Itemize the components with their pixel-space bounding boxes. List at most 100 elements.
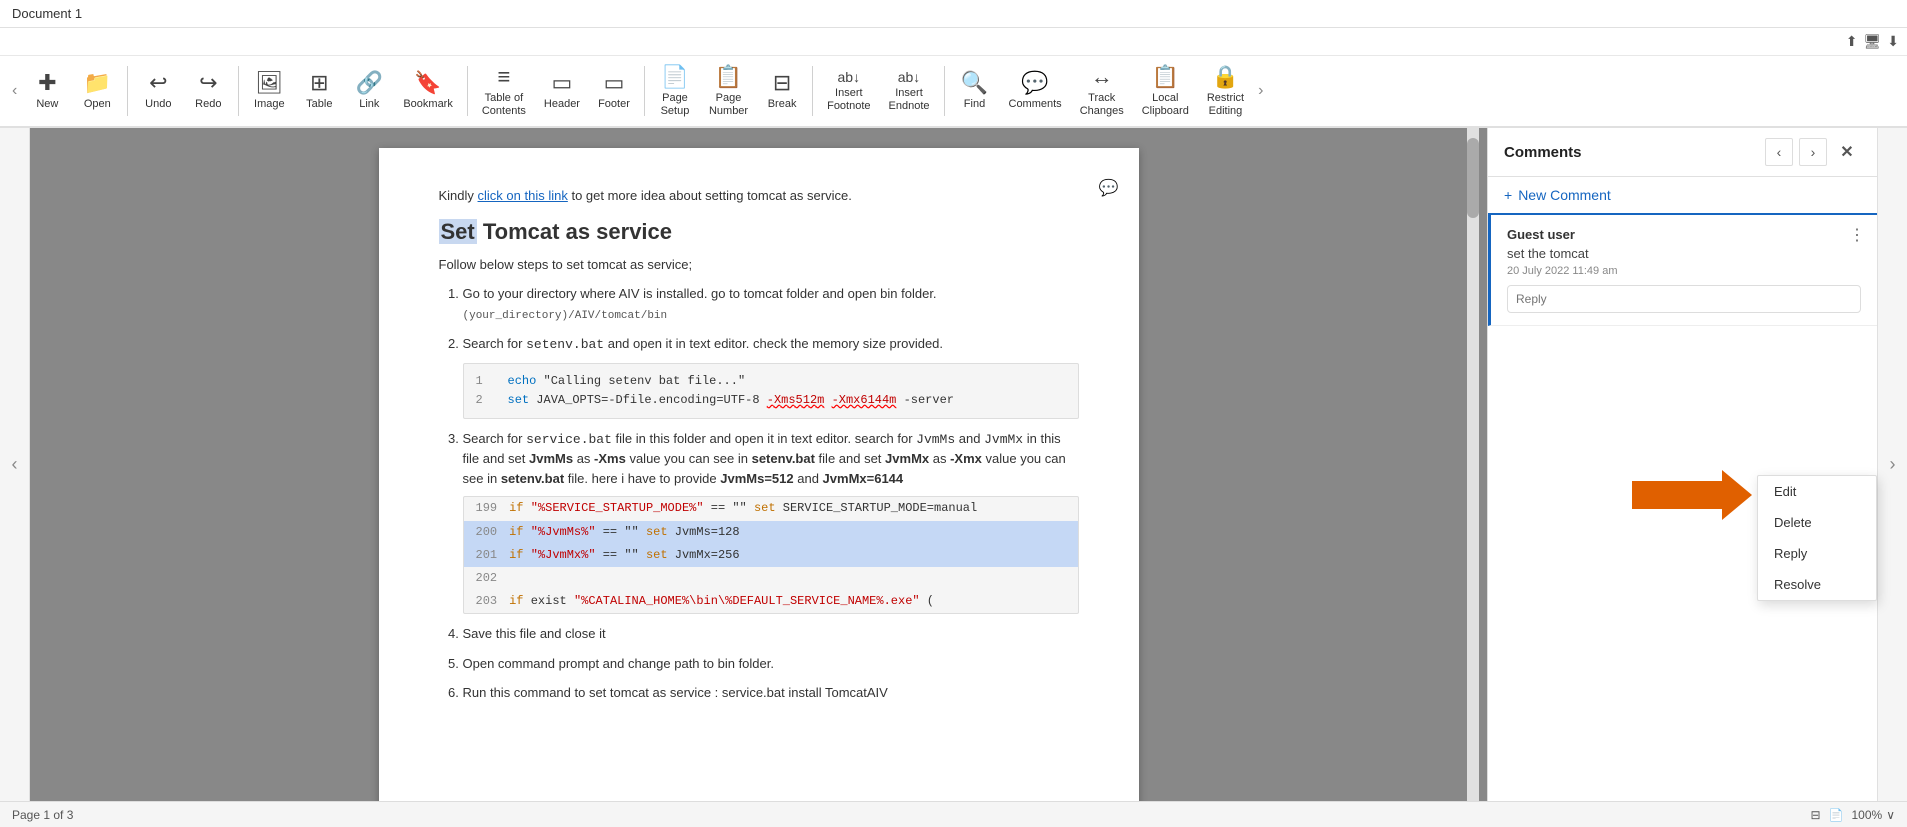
- page-nav-right[interactable]: ›: [1877, 128, 1907, 801]
- intro-link[interactable]: click on this link: [478, 188, 568, 203]
- toolbar-find[interactable]: 🔍 Find: [951, 60, 999, 122]
- comment-reply-input[interactable]: [1507, 285, 1861, 313]
- step-3: Search for service.bat file in this fold…: [463, 429, 1079, 614]
- toolbar: ‹ ✚ New 📁 Open ↩ Undo ↪ Redo 🖼 Image ⊞ T…: [0, 56, 1907, 128]
- toolbar-header[interactable]: ▭ Header: [536, 60, 588, 122]
- toolbar-pagenumber[interactable]: 📋 PageNumber: [701, 60, 756, 122]
- toolbar-link[interactable]: 🔗 Link: [345, 60, 393, 122]
- toolbar-bookmark[interactable]: 🔖 Bookmark: [395, 60, 461, 122]
- insertendnote-icon: ab↓: [898, 69, 921, 85]
- code-line-2: 2 set JAVA_OPTS=-Dfile.encoding=UTF-8 -X…: [476, 391, 1066, 410]
- toolbar-redo-label: Redo: [195, 98, 221, 111]
- toolbar-pagesetup[interactable]: 📄 PageSetup: [651, 60, 699, 122]
- context-menu-resolve[interactable]: Resolve: [1758, 569, 1876, 600]
- toolbar-bookmark-label: Bookmark: [403, 98, 453, 111]
- code-line-202: 202: [464, 567, 1078, 590]
- toolbar-comments[interactable]: 💬 Comments: [1001, 60, 1070, 122]
- code-line-203: 203 if exist "%CATALINA_HOME%\bin\%DEFAU…: [464, 590, 1078, 613]
- image-icon: 🖼: [255, 70, 283, 96]
- comments-title: Comments: [1504, 144, 1582, 161]
- toolbar-redo[interactable]: ↪ Redo: [184, 60, 232, 122]
- open-icon: 📁: [84, 70, 111, 96]
- comment-next-button[interactable]: ›: [1799, 138, 1827, 166]
- comment-menu-button[interactable]: ⋮: [1849, 225, 1865, 245]
- redo-icon: ↪: [199, 70, 217, 96]
- toolbar-new-label: New: [36, 98, 58, 111]
- zoom-control: 100% ∨: [1852, 808, 1896, 822]
- toolbar-footer[interactable]: ▭ Footer: [590, 60, 638, 122]
- step-2: Search for setenv.bat and open it in tex…: [463, 334, 1079, 419]
- toolbar-insertfootnote[interactable]: ab↓ InsertFootnote: [819, 60, 878, 122]
- comment-prev-button[interactable]: ‹: [1765, 138, 1793, 166]
- code-block-2: 199 if "%SERVICE_STARTUP_MODE%" == "" se…: [463, 496, 1079, 614]
- scroll-thumb[interactable]: [1467, 138, 1479, 218]
- step-6-text: Run this command to set tomcat as servic…: [463, 685, 888, 700]
- comment-text: set the tomcat: [1507, 246, 1861, 261]
- status-bar: Page 1 of 3 ⊟ 📄 100% ∨: [0, 801, 1907, 827]
- toolbar-open[interactable]: 📁 Open: [73, 60, 121, 122]
- download-icon[interactable]: ⬇: [1887, 33, 1899, 50]
- link-icon: 🔗: [356, 70, 383, 96]
- toolbar-toc[interactable]: ≡ Table ofContents: [474, 60, 534, 122]
- view-icon-grid[interactable]: ⊟: [1810, 808, 1820, 822]
- line-code-200: if "%JvmMs%" == "" set JvmMs=128: [509, 523, 739, 542]
- toolbar-nav-left[interactable]: ‹: [8, 60, 21, 122]
- context-menu-reply[interactable]: Reply: [1758, 538, 1876, 569]
- trackchanges-icon: ↔: [1091, 64, 1113, 90]
- toolbar-table[interactable]: ⊞ Table: [295, 60, 343, 122]
- toolbar-restrictediting-label: RestrictEditing: [1207, 92, 1244, 118]
- toolbar-divider-6: [944, 66, 945, 116]
- new-comment-icon: +: [1504, 187, 1512, 203]
- toolbar-nav-right[interactable]: ›: [1254, 60, 1267, 122]
- context-menu-edit[interactable]: Edit: [1758, 476, 1876, 507]
- intro-text-after: to get more idea about setting tomcat as…: [568, 188, 852, 203]
- line-code-199: if "%SERVICE_STARTUP_MODE%" == "" set SE…: [509, 499, 977, 518]
- step-5: Open command prompt and change path to b…: [463, 654, 1079, 674]
- context-menu-delete[interactable]: Delete: [1758, 507, 1876, 538]
- monitor-icon[interactable]: 🖥: [1863, 33, 1881, 50]
- view-icon-page[interactable]: 📄: [1829, 808, 1844, 822]
- upload-icon[interactable]: ⬆: [1846, 33, 1858, 50]
- comment-entry: Guest user ⋮ set the tomcat 20 July 2022…: [1488, 215, 1877, 326]
- line-code-203: if exist "%CATALINA_HOME%\bin\%DEFAULT_S…: [509, 592, 934, 611]
- toolbar-trackchanges[interactable]: ↔ TrackChanges: [1072, 60, 1132, 122]
- close-comments-button[interactable]: ✕: [1833, 138, 1861, 166]
- toolbar-restrictediting[interactable]: 🔒 RestrictEditing: [1199, 60, 1252, 122]
- line-num-1: 1: [476, 372, 496, 391]
- intro-text-before: Kindly: [439, 188, 478, 203]
- status-bar-right: ⊟ 📄 100% ∨: [1810, 808, 1895, 822]
- comments-icon: 💬: [1021, 70, 1048, 96]
- toolbar-divider-4: [644, 66, 645, 116]
- line-num-202: 202: [476, 569, 498, 588]
- page-heading: Set Tomcat as service: [439, 219, 1079, 245]
- line-num-201: 201: [476, 546, 498, 565]
- pagesetup-icon: 📄: [661, 64, 688, 90]
- line-num-199: 199: [476, 499, 498, 518]
- header-icon: ▭: [552, 70, 573, 96]
- comment-indicator[interactable]: 💬: [1099, 178, 1119, 198]
- page-content: Kindly click on this link to get more id…: [439, 188, 1079, 703]
- toolbar-localclipboard[interactable]: 📋 LocalClipboard: [1134, 60, 1197, 122]
- page-nav-left[interactable]: ‹: [0, 128, 30, 801]
- toolbar-find-label: Find: [964, 98, 985, 111]
- toolbar-break[interactable]: ⊟ Break: [758, 60, 806, 122]
- toolbar-insertendnote[interactable]: ab↓ InsertEndnote: [881, 60, 938, 122]
- heading-highlighted: Set: [439, 219, 477, 244]
- toolbar-undo[interactable]: ↩ Undo: [134, 60, 182, 122]
- toolbar-footer-label: Footer: [598, 98, 630, 111]
- main-area: ‹ Kindly click on this link to get more …: [0, 128, 1907, 801]
- toolbar-image[interactable]: 🖼 Image: [245, 60, 293, 122]
- comments-panel: Comments ‹ › ✕ + New Comment Guest user …: [1487, 128, 1877, 801]
- toolbar-undo-label: Undo: [145, 98, 171, 111]
- pagenumber-icon: 📋: [715, 64, 742, 90]
- new-comment-button[interactable]: + New Comment: [1488, 177, 1877, 215]
- line-code-201: if "%JvmMx%" == "" set JvmMx=256: [509, 546, 739, 565]
- undo-icon: ↩: [149, 70, 167, 96]
- localclipboard-icon: 📋: [1152, 64, 1179, 90]
- zoom-chevron[interactable]: ∨: [1886, 808, 1895, 822]
- toolbar-new[interactable]: ✚ New: [23, 60, 71, 122]
- toolbar-link-label: Link: [359, 98, 379, 111]
- scroll-indicator[interactable]: [1467, 128, 1479, 801]
- toolbar-image-label: Image: [254, 98, 285, 111]
- toolbar-pagesetup-label: PageSetup: [661, 92, 690, 118]
